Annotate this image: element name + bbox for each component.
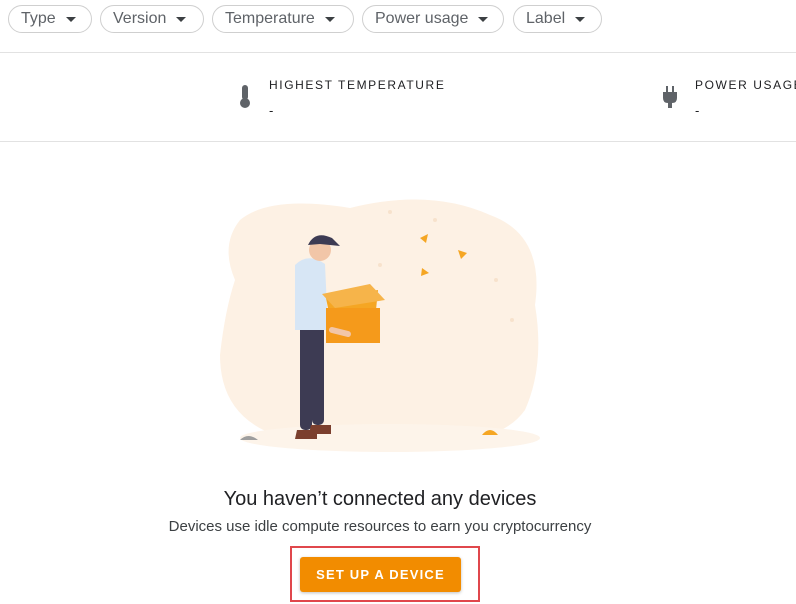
filter-label-label: Label [526,10,566,27]
stats-bar: HIGHEST TEMPERATURE - POWER USAGE - [0,53,796,142]
caret-down-icon [575,16,586,22]
filter-power-usage[interactable]: Power usage [362,5,504,33]
filter-temperature[interactable]: Temperature [212,5,354,33]
filter-version-label: Version [113,10,167,27]
filter-type[interactable]: Type [8,5,92,33]
filter-temperature-label: Temperature [225,10,315,27]
power-usage-value: - [695,103,700,118]
highest-temperature-value: - [269,103,274,118]
empty-state-subtitle: Devices use idle compute resources to ea… [168,518,592,535]
caret-down-icon [324,16,335,22]
filter-type-label: Type [21,10,56,27]
caret-down-icon [176,16,187,22]
filter-label[interactable]: Label [513,5,602,33]
caret-down-icon [65,16,76,22]
set-up-device-button[interactable]: SET UP A DEVICE [300,557,461,592]
power-plug-icon [663,86,677,108]
filter-bar: Type Version Temperature Power usage Lab… [0,0,796,53]
caret-down-icon [478,16,489,22]
thermometer-icon [240,85,250,108]
power-usage-label: POWER USAGE [695,78,796,92]
filter-version[interactable]: Version [100,5,204,33]
highest-temperature-label: HIGHEST TEMPERATURE [269,78,446,92]
filter-power-usage-label: Power usage [375,10,469,27]
person-holding-box-illustration [220,199,540,452]
empty-state-title: You haven’t connected any devices [223,488,537,510]
